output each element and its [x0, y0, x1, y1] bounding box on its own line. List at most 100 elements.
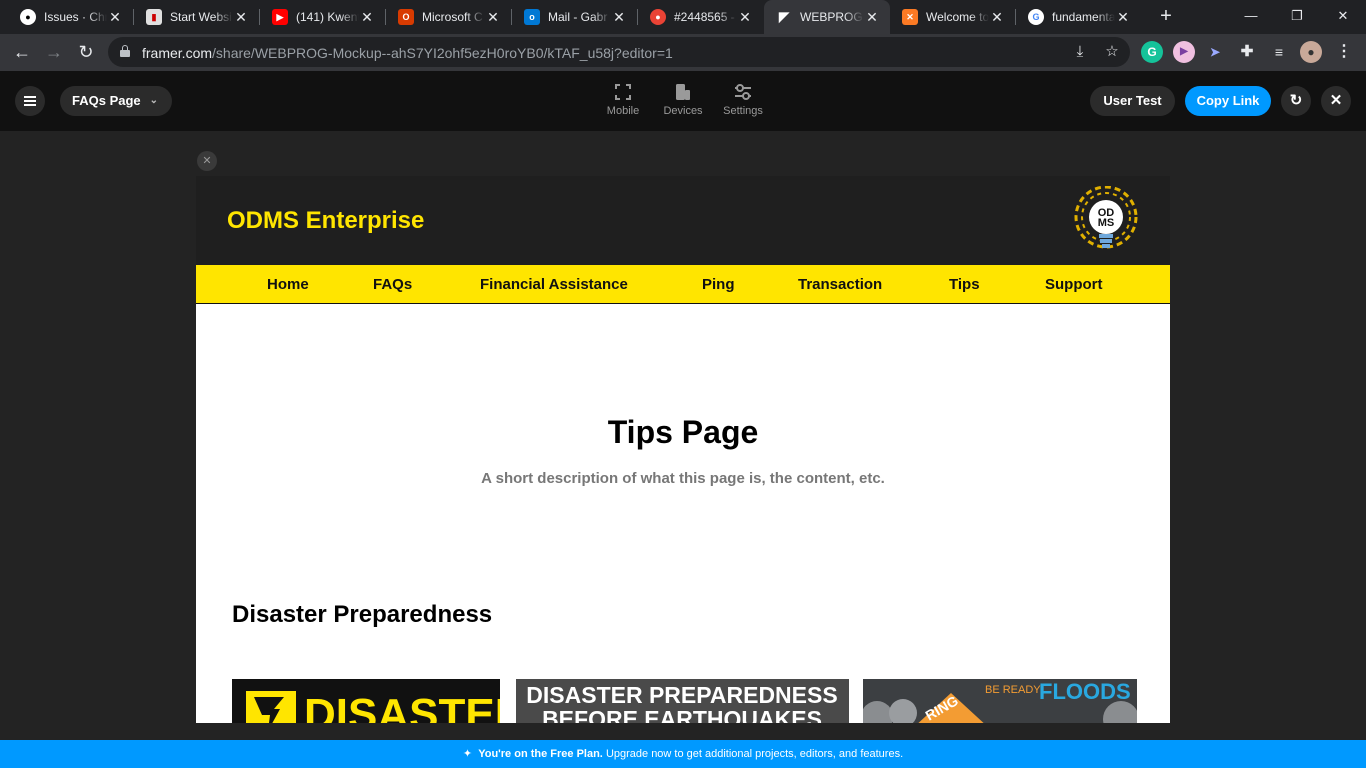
user-test-button[interactable]: User Test: [1090, 86, 1175, 116]
card-1-text: DISASTER: [304, 690, 500, 723]
window-close-icon[interactable]: ✕: [1320, 0, 1366, 34]
site-preview-frame: ODMS Enterprise OD MS Home FAQs Financia…: [196, 176, 1170, 723]
reload-icon[interactable]: ↻: [72, 38, 100, 66]
nav-financial-assistance[interactable]: Financial Assistance: [480, 276, 628, 293]
close-tab-icon[interactable]: ✕: [989, 9, 1005, 26]
nav-faqs[interactable]: FAQs: [373, 276, 412, 293]
outlook-icon: o: [524, 9, 540, 25]
chevron-down-icon: ⌄: [149, 95, 158, 106]
frame-close-icon[interactable]: ✕: [197, 151, 217, 171]
framer-icon: ◤: [779, 9, 789, 24]
browser-tab[interactable]: ▮ Start Websi ✕: [134, 0, 259, 34]
close-tab-icon[interactable]: ✕: [359, 9, 375, 26]
banner-text: Upgrade now to get additional projects, …: [605, 748, 904, 760]
profile-avatar[interactable]: ●: [1300, 41, 1322, 63]
logo-text-bottom: MS: [1098, 217, 1115, 229]
close-icon[interactable]: ✕: [1321, 86, 1351, 116]
github-icon: ●: [20, 9, 36, 25]
tab-title: (141) Kwent: [296, 10, 359, 24]
tip-card-earthquakes[interactable]: DISASTER PREPAREDNESS BEFORE EARTHQUAKES: [516, 679, 849, 723]
card-2-line-1: DISASTER PREPAREDNESS: [526, 682, 837, 708]
browser-tab-active[interactable]: ◤ WEBPROG M ✕: [764, 0, 890, 34]
close-tab-icon[interactable]: ✕: [233, 9, 249, 26]
new-tab-button[interactable]: +: [1154, 4, 1178, 28]
devices-icon: [653, 81, 713, 103]
tab-app-icon: ▮: [146, 9, 162, 25]
page-selector-dropdown[interactable]: FAQs Page ⌄: [60, 86, 172, 116]
close-tab-icon[interactable]: ✕: [737, 9, 753, 26]
nav-ping[interactable]: Ping: [702, 276, 735, 293]
nav-tips[interactable]: Tips: [949, 276, 980, 293]
refresh-icon[interactable]: ↻: [1281, 86, 1311, 116]
settings-label: Settings: [723, 105, 763, 117]
site-brand[interactable]: ODMS Enterprise: [227, 207, 424, 235]
extension-play-icon[interactable]: ▶: [1173, 41, 1195, 63]
settings-button[interactable]: Settings: [713, 81, 773, 117]
section-title: Disaster Preparedness: [232, 601, 493, 628]
browser-tab[interactable]: O Microsoft C ✕: [386, 0, 511, 34]
mobile-button[interactable]: Mobile: [593, 81, 653, 117]
minimize-icon[interactable]: —: [1228, 0, 1274, 34]
sliders-icon: [713, 81, 773, 103]
nav-home[interactable]: Home: [267, 276, 309, 293]
lock-icon: [120, 45, 130, 57]
tab-title: Issues · Chr: [44, 10, 107, 24]
browser-tab[interactable]: ▶ (141) Kwent ✕: [260, 0, 385, 34]
hamburger-menu-icon[interactable]: [15, 86, 45, 116]
mobile-label: Mobile: [606, 105, 640, 117]
record-icon: ●: [650, 9, 666, 25]
close-tab-icon[interactable]: ✕: [864, 9, 880, 26]
browser-tab[interactable]: ✕ Welcome to ✕: [890, 0, 1015, 34]
xampp-icon: ✕: [902, 9, 918, 25]
address-bar[interactable]: framer.com/share/WEBPROG-Mockup--ahS7YI2…: [108, 37, 1130, 67]
sparkle-icon: ✦: [462, 748, 473, 760]
page-description: A short description of what this page is…: [481, 470, 885, 487]
odms-logo[interactable]: OD MS: [1071, 185, 1141, 256]
browser-tab[interactable]: ● Issues · Chr ✕: [8, 0, 133, 34]
media-queue-icon[interactable]: ≡: [1268, 41, 1290, 63]
devices-label: Devices: [663, 105, 703, 117]
close-tab-icon[interactable]: ✕: [611, 9, 627, 26]
free-plan-banner[interactable]: ✦ You're on the Free Plan. Upgrade now t…: [0, 740, 1366, 768]
tab-title: fundamenta: [1052, 10, 1115, 24]
page-title: Tips Page: [607, 414, 759, 450]
browser-tab[interactable]: ● #2448565 - ✕: [638, 0, 763, 34]
browser-tab[interactable]: o Mail - Gabr ✕: [512, 0, 637, 34]
site-header: ODMS Enterprise OD MS: [196, 176, 1170, 265]
copy-link-button[interactable]: Copy Link: [1185, 86, 1271, 116]
back-arrow-icon[interactable]: ←: [8, 38, 36, 66]
nav-transaction[interactable]: Transaction: [798, 276, 882, 293]
tip-card-floods[interactable]: RING BE READY! FLOODS: [863, 679, 1137, 723]
extensions-puzzle-icon[interactable]: ✚: [1236, 41, 1258, 63]
card-3-tag: BE READY!: [985, 684, 1044, 696]
card-3-word: FLOODS: [1039, 679, 1131, 704]
close-tab-icon[interactable]: ✕: [485, 9, 501, 26]
restore-icon[interactable]: ❐: [1274, 0, 1320, 34]
nav-support[interactable]: Support: [1045, 276, 1103, 293]
url-text: framer.com/share/WEBPROG-Mockup--ahS7YI2…: [142, 45, 673, 61]
close-tab-icon[interactable]: ✕: [1115, 9, 1131, 26]
fullscreen-icon: [593, 81, 653, 103]
tab-title: Mail - Gabr: [548, 10, 608, 24]
tab-title: Microsoft C: [422, 10, 483, 24]
tab-title: Welcome to: [926, 10, 989, 24]
tip-card-disaster[interactable]: DISASTER: [232, 679, 500, 723]
browser-tab[interactable]: G fundamenta ✕: [1016, 0, 1141, 34]
devices-button[interactable]: Devices: [653, 81, 713, 117]
site-nav: Home FAQs Financial Assistance Ping Tran…: [196, 265, 1170, 304]
google-icon: G: [1028, 9, 1044, 25]
tab-title: WEBPROG M: [800, 10, 864, 24]
extension-cursor-icon[interactable]: ➤: [1204, 41, 1226, 63]
browser-menu-icon[interactable]: ⋮: [1333, 41, 1355, 63]
office-icon: O: [398, 9, 414, 25]
tab-title: Start Websi: [170, 10, 232, 24]
framer-preview-bar: FAQs Page ⌄ Mobile Devices Settings User…: [0, 71, 1366, 131]
card-2-line-2: BEFORE EARTHQUAKES: [542, 706, 822, 723]
install-icon[interactable]: ⤓: [1070, 42, 1090, 62]
forward-arrow-icon[interactable]: →: [40, 38, 68, 66]
tab-title: #2448565 -: [674, 10, 735, 24]
close-tab-icon[interactable]: ✕: [107, 9, 123, 26]
bookmark-star-icon[interactable]: ☆: [1102, 42, 1122, 62]
grammarly-icon[interactable]: G: [1141, 41, 1163, 63]
banner-bold-text: You're on the Free Plan.: [478, 748, 603, 760]
